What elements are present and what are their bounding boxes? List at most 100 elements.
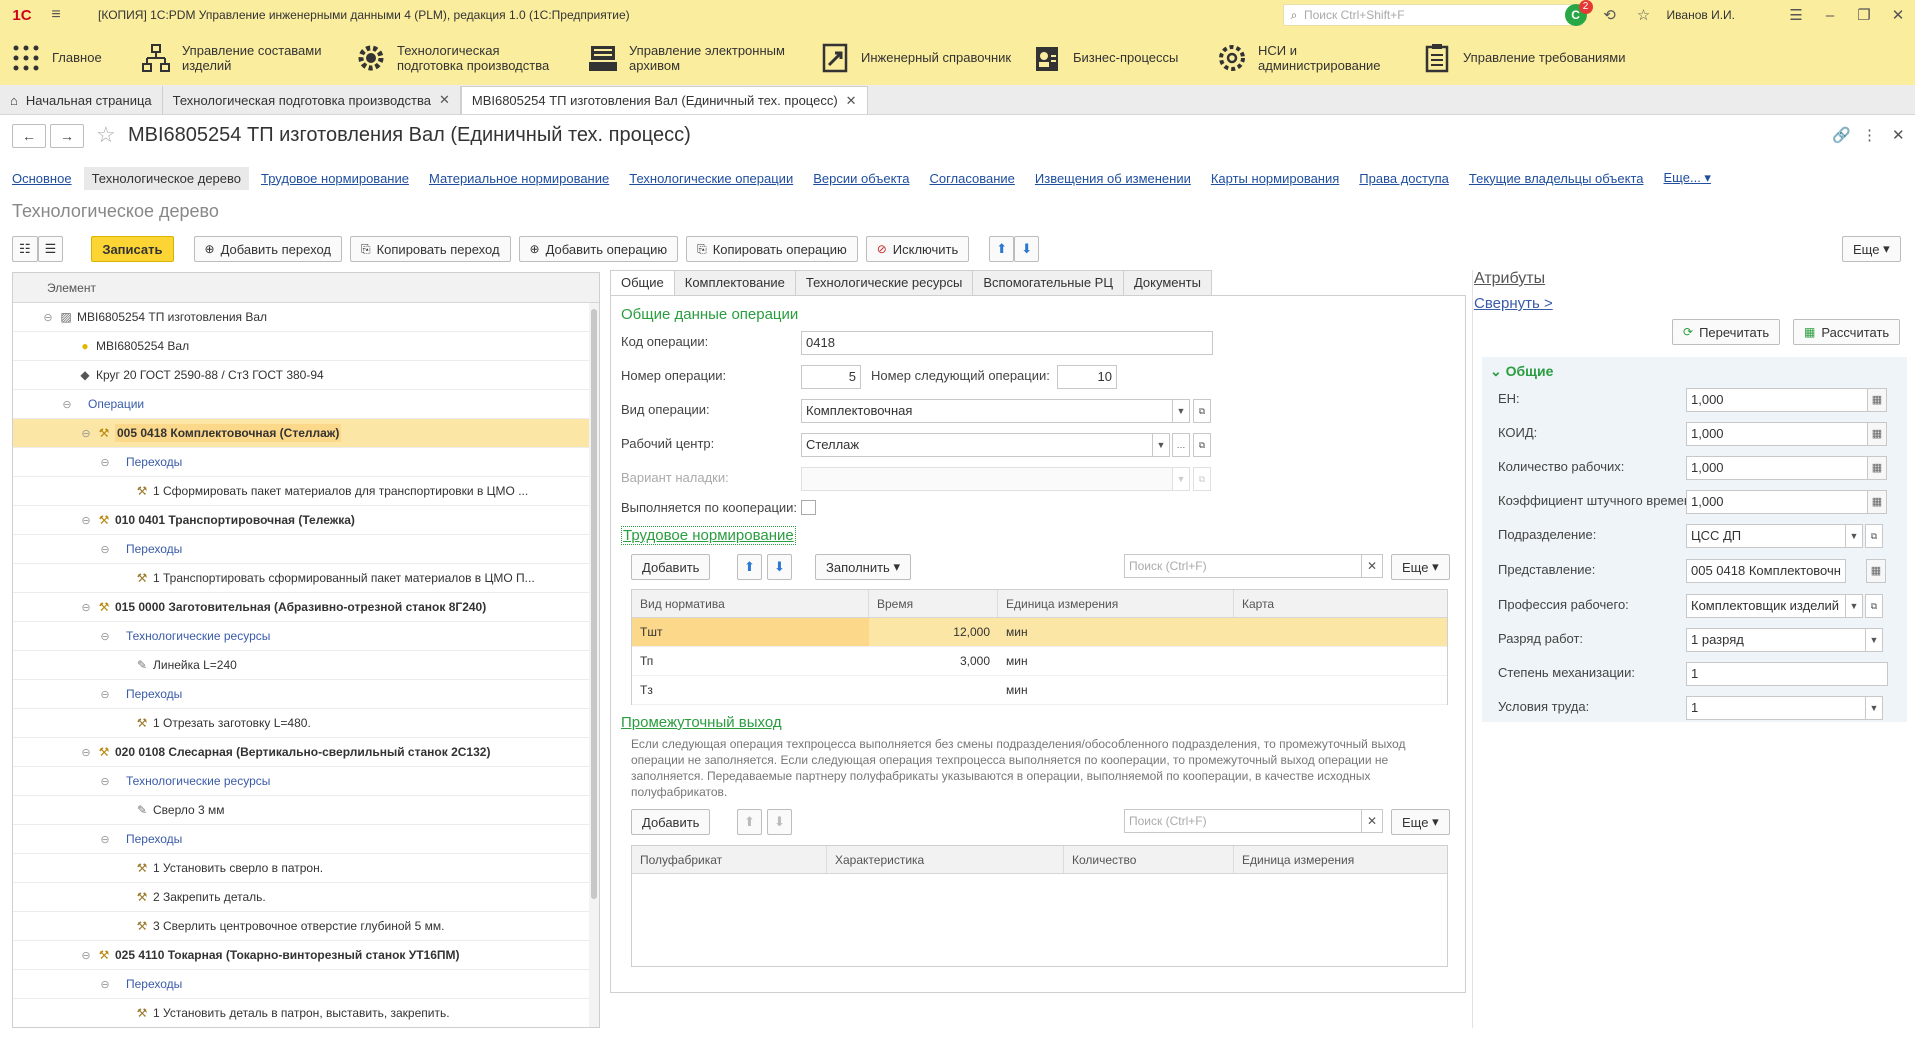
labor-fill-button[interactable]: Заполнить ▾ [815,554,911,580]
tree-toggle-icon[interactable]: ⊖ [98,688,112,701]
coop-checkbox[interactable] [801,500,816,515]
nav-link-labor[interactable]: Трудовое нормирование [261,171,409,186]
work-center-open-icon[interactable]: ⧉ [1193,433,1211,457]
attr-field[interactable]: 005 0418 Комплектовочн [1686,559,1846,583]
interim-group-title[interactable]: Промежуточный выход [621,714,782,731]
tree-row[interactable]: ✎ Сверло 3 мм [13,796,599,825]
tree-row[interactable]: ◆ Круг 20 ГОСТ 2590-88 / Ст3 ГОСТ 380-94 [13,361,599,390]
setup-variant-dropdown-icon[interactable]: ▼ [1172,467,1190,491]
save-button[interactable]: Записать [91,236,174,262]
scrollbar-thumb[interactable] [591,309,597,899]
maximize-icon[interactable]: ❐ [1847,6,1881,24]
tree-toggle-icon[interactable]: ⊖ [79,746,93,759]
tree-row[interactable]: ✎ Линейка L=240 [13,651,599,680]
favorite-star-icon[interactable]: ☆ [96,122,116,148]
tree-row[interactable]: ⊖ Операции [13,390,599,419]
tree-row[interactable]: ⚒ 1 Отрезать заготовку L=480. [13,709,599,738]
dropdown-icon[interactable]: ▼ [1845,594,1863,618]
tree-row[interactable]: ⊖ ⚒ 025 4110 Токарная (Токарно-винторезный… [13,941,599,970]
nav-link-access[interactable]: Права доступа [1359,171,1449,186]
tab-current-process[interactable]: МВI6805254 ТП изготовления Вал (Единичны… [460,86,868,114]
col-card[interactable]: Карта [1234,590,1447,617]
next-op-field[interactable]: 10 [1057,365,1117,389]
attr-field[interactable]: 1 разряд [1686,628,1866,652]
add-operation-button[interactable]: ⊕ Добавить операцию [518,236,679,262]
op-type-dropdown-icon[interactable]: ▼ [1172,399,1190,423]
labor-add-button[interactable]: Добавить [631,554,711,580]
tree-row[interactable]: ● МВI6805254 Вал [13,332,599,361]
col-quantity[interactable]: Количество [1064,846,1234,873]
nav-link-notices[interactable]: Извещения об изменении [1035,171,1191,186]
op-code-field[interactable]: 0418 [801,331,1213,355]
col-unit[interactable]: Единица измерения [998,590,1234,617]
tab-home[interactable]: ⌂ Начальная страница [0,86,163,114]
work-center-field[interactable]: Стеллаж [801,433,1153,457]
copy-transition-button[interactable]: ⎘ Копировать переход [349,236,511,262]
tree-row[interactable]: ⊖ Переходы [13,825,599,854]
section-handbook[interactable]: Инженерный справочник [809,30,1021,85]
labor-search-clear-icon[interactable]: ✕ [1361,554,1383,578]
attr-field[interactable]: 1,000 [1686,388,1868,412]
col-unit[interactable]: Единица измерения [1234,846,1447,873]
tree-toggle-icon[interactable]: ⊖ [98,543,112,556]
forward-button[interactable]: → [50,124,84,148]
work-center-dropdown-icon[interactable]: ▼ [1152,433,1170,457]
attr-field[interactable]: 1 [1686,662,1888,686]
tree-row[interactable]: ⊖ Переходы [13,448,599,477]
tree-row[interactable]: ⚒ 1 Установить сверло в патрон. [13,854,599,883]
calculator-icon[interactable]: ▦ [1867,456,1887,480]
tree-row[interactable]: ⚒ 1 Установить деталь в патрон, выставить… [13,999,599,1027]
attributes-group-toggle[interactable]: ⌄ Общие [1490,363,1553,380]
op-number-field[interactable]: 5 [801,365,861,389]
interim-search-input[interactable]: Поиск (Ctrl+F) [1124,809,1362,833]
labor-row[interactable]: Тшт 12,000 мин [632,618,1447,647]
calculator-icon[interactable]: ▦ [1867,388,1887,412]
close-tab-icon[interactable]: ✕ [846,93,857,109]
tree-mode-button[interactable]: ☷ [12,236,38,262]
tree-row[interactable]: ⚒ 3 Сверлить центровочное отверстие глуби… [13,912,599,941]
tree-row[interactable]: ⊖ Переходы [13,970,599,999]
section-archive[interactable]: Управление электронным архивом [577,30,809,85]
interim-move-down-button[interactable]: ⬇ [767,809,792,835]
nav-link-material[interactable]: Материальное нормирование [429,171,609,186]
copy-operation-button[interactable]: ⎘ Копировать операцию [686,236,858,262]
labor-move-down-button[interactable]: ⬇ [767,554,792,580]
main-menu-icon[interactable]: ≡ [44,6,68,24]
reread-button[interactable]: ⟳ Перечитать [1672,319,1781,345]
favorites-icon[interactable]: ☆ [1627,6,1661,24]
move-down-button[interactable]: ⬇ [1014,236,1040,262]
op-type-field[interactable]: Комплектовочная [801,399,1173,423]
global-search-input[interactable]: ⌕ Поиск Ctrl+Shift+F [1283,4,1583,26]
tree-toggle-icon[interactable]: ⊖ [98,978,112,991]
tree-row[interactable]: ⊖ Технологические ресурсы [13,622,599,651]
calculator-icon[interactable]: ▦ [1867,422,1887,446]
work-center-select-icon[interactable]: … [1172,433,1190,457]
section-requirements[interactable]: Управление требованиями [1411,30,1651,85]
labor-more-button[interactable]: Еще ▾ [1391,554,1450,580]
list-mode-button[interactable]: ☰ [37,236,64,262]
collapse-attributes-link[interactable]: Свернуть > [1474,295,1553,312]
minimize-icon[interactable]: – [1813,7,1847,24]
tree-row[interactable]: ⊖ ⚒ 020 0108 Слесарная (Вертикально-сверли… [13,738,599,767]
interim-more-button[interactable]: Еще ▾ [1391,809,1450,835]
more-actions-icon[interactable]: ⋮ [1862,126,1877,144]
tab-tech-resources[interactable]: Технологические ресурсы [794,270,974,296]
col-time[interactable]: Время [869,590,998,617]
setup-variant-open-icon[interactable]: ⧉ [1193,467,1211,491]
back-button[interactable]: ← [12,124,46,148]
tree-row[interactable]: ⊖ ▨ МВI6805254 ТП изготовления Вал [13,303,599,332]
current-user[interactable]: Иванов И.И. [1667,8,1735,22]
nav-link-more[interactable]: Еще... ▾ [1664,170,1711,186]
tree-toggle-icon[interactable]: ⊖ [79,514,93,527]
open-icon[interactable]: ⧉ [1865,524,1883,548]
tree-toggle-icon[interactable]: ⊖ [98,630,112,643]
move-up-button[interactable]: ⬆ [989,236,1015,262]
col-semi-product[interactable]: Полуфабрикат [632,846,827,873]
tree-toggle-icon[interactable]: ⊖ [98,833,112,846]
history-icon[interactable]: ⟲ [1593,6,1627,24]
tree-row[interactable]: ⊖ Технологические ресурсы [13,767,599,796]
tree-scrollbar[interactable] [589,303,599,1027]
dropdown-icon[interactable]: ▼ [1845,524,1863,548]
col-characteristic[interactable]: Характеристика [827,846,1064,873]
tree-toggle-icon[interactable]: ⊖ [79,427,93,440]
